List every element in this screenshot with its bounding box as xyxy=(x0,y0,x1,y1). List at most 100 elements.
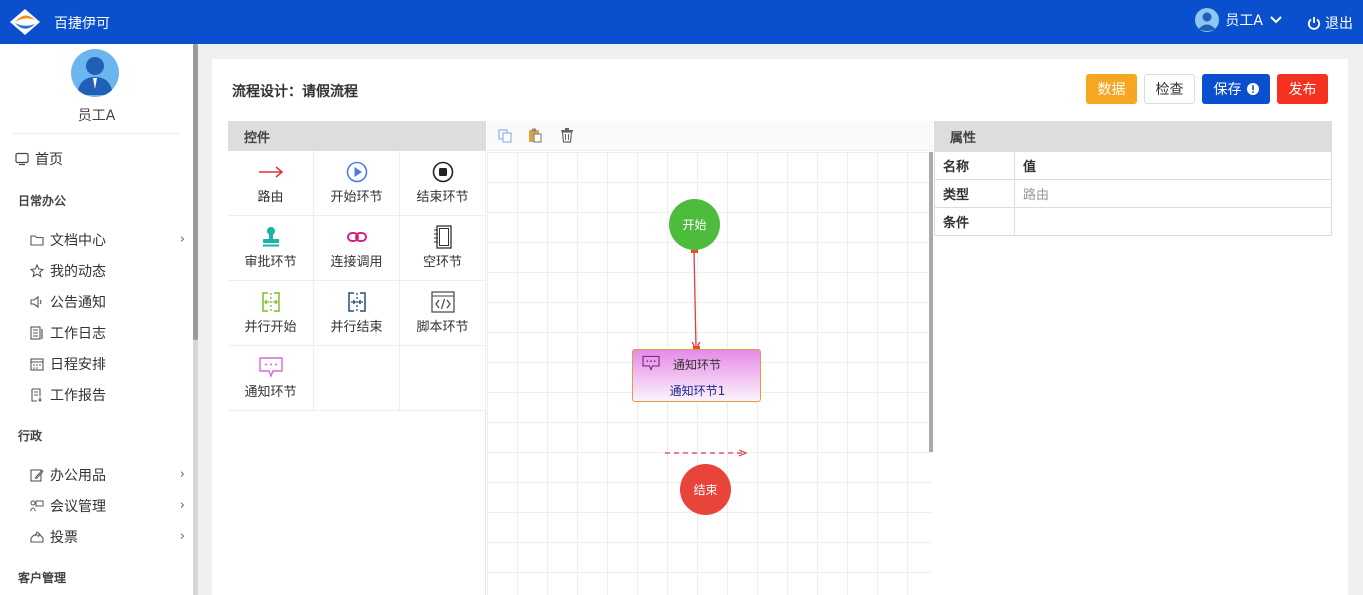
col-value-header: 值 xyxy=(1014,151,1332,180)
ballot-icon xyxy=(29,529,45,545)
sidebar-item-meeting[interactable]: 会议管理 › xyxy=(29,493,193,519)
control-script[interactable]: 脚本环节 xyxy=(400,281,486,346)
start-node-label: 开始 xyxy=(682,218,707,232)
control-label: 空环节 xyxy=(422,255,462,270)
log-icon xyxy=(29,325,45,341)
control-label: 并行结束 xyxy=(330,320,383,335)
sidebar-item-label: 文档中心 xyxy=(50,233,106,249)
sidebar-group-title: 日常办公 xyxy=(18,194,67,208)
main-panel: 流程设计：请假流程 数据 检查 保存 发布 控件 路由 开始环节 结束环节 审批… xyxy=(212,59,1348,595)
notify-node-type: 通知环节 xyxy=(673,358,722,372)
logout-button[interactable]: 退出 xyxy=(1307,13,1353,33)
play-circle-icon xyxy=(346,161,368,183)
sidebar-item-vote[interactable]: 投票 › xyxy=(29,524,193,550)
alert-icon xyxy=(1246,83,1259,95)
stamp-icon xyxy=(260,226,282,248)
control-label: 并行开始 xyxy=(244,320,297,335)
save-label: 保存 xyxy=(1213,82,1242,98)
table-row: 名称 值 xyxy=(934,151,1332,180)
link-icon xyxy=(346,226,368,248)
meeting-icon xyxy=(29,498,45,514)
user-menu[interactable]: 员工A xyxy=(1195,8,1283,32)
control-end[interactable]: 结束环节 xyxy=(400,151,486,216)
controls-header: 控件 xyxy=(228,121,486,151)
check-button[interactable]: 检查 xyxy=(1144,74,1195,104)
chevron-right-icon: › xyxy=(179,467,185,482)
sidebar-item-schedule[interactable]: 日程安排 xyxy=(29,351,193,377)
publish-button[interactable]: 发布 xyxy=(1277,74,1328,104)
canvas-scrollbar[interactable] xyxy=(929,152,933,452)
control-label: 通知环节 xyxy=(244,385,297,400)
sidebar-group-title: 客户管理 xyxy=(18,571,67,585)
end-node[interactable]: 结束 xyxy=(680,464,731,515)
arrow-right-icon xyxy=(257,161,285,183)
sidebar-user-name: 员工A xyxy=(77,108,116,124)
route-connector[interactable] xyxy=(693,249,697,348)
control-empty[interactable]: 空环节 xyxy=(400,216,486,281)
save-button[interactable]: 保存 xyxy=(1202,74,1270,104)
logo-icon xyxy=(10,9,40,35)
control-route[interactable]: 路由 xyxy=(228,151,314,216)
flow-canvas[interactable]: 开始 通知环节 通知环节1 结束 xyxy=(487,152,931,595)
sidebar-item-documents[interactable]: 文档中心 › xyxy=(29,227,193,253)
parallel-end-icon xyxy=(346,291,368,313)
page-title: 流程设计：请假流程 xyxy=(232,84,358,100)
sidebar-item-work-report[interactable]: 工作报告 xyxy=(29,382,193,408)
start-node[interactable]: 开始 xyxy=(669,199,720,250)
property-key: 条件 xyxy=(934,207,1015,236)
properties-table: 名称 值 类型 路由 条件 xyxy=(934,151,1332,236)
delete-icon[interactable] xyxy=(559,127,575,143)
properties-header: 属性 xyxy=(934,121,1332,151)
col-name-header: 名称 xyxy=(934,151,1015,180)
sidebar-item-label: 首页 xyxy=(35,152,63,168)
control-label: 审批环节 xyxy=(244,255,297,270)
property-value[interactable] xyxy=(1014,207,1332,236)
monitor-icon xyxy=(14,151,30,167)
data-button[interactable]: 数据 xyxy=(1086,74,1137,104)
control-parallel-end[interactable]: 并行结束 xyxy=(314,281,400,346)
control-empty-slot xyxy=(400,346,486,411)
logout-label: 退出 xyxy=(1325,16,1353,32)
app-title: 百捷伊可 xyxy=(54,16,110,32)
sidebar-scrollbar-thumb[interactable] xyxy=(193,44,198,340)
sidebar-item-office-supplies[interactable]: 办公用品 › xyxy=(29,462,193,488)
chevron-down-icon xyxy=(1270,16,1282,24)
user-avatar-icon xyxy=(1195,8,1220,32)
folder-icon xyxy=(29,232,45,248)
table-row: 条件 xyxy=(934,207,1332,236)
notify-node-name: 通知环节1 xyxy=(669,384,726,398)
top-bar: 百捷伊可 员工A 退出 xyxy=(0,0,1363,44)
end-node-label: 结束 xyxy=(693,483,718,497)
code-icon xyxy=(430,291,455,313)
chevron-right-icon: › xyxy=(179,232,185,247)
power-icon xyxy=(1307,17,1321,30)
sidebar-item-label: 工作报告 xyxy=(50,388,106,404)
control-notify[interactable]: 通知环节 xyxy=(228,346,314,411)
control-approval[interactable]: 审批环节 xyxy=(228,216,314,281)
sidebar-item-label: 工作日志 xyxy=(50,326,106,342)
chevron-right-icon: › xyxy=(179,498,185,513)
property-value[interactable]: 路由 xyxy=(1014,179,1332,208)
edit-icon xyxy=(29,467,45,483)
header-user-name: 员工A xyxy=(1225,13,1263,29)
control-start[interactable]: 开始环节 xyxy=(314,151,400,216)
control-link-call[interactable]: 连接调用 xyxy=(314,216,400,281)
sidebar-item-home[interactable]: 首页 xyxy=(14,146,193,172)
user-avatar-icon xyxy=(77,57,113,95)
canvas-toolbar xyxy=(487,121,933,151)
sidebar-item-announcements[interactable]: 公告通知 xyxy=(29,289,193,315)
copy-icon[interactable] xyxy=(497,128,513,144)
sidebar-item-label: 投票 xyxy=(50,530,78,546)
property-key: 类型 xyxy=(934,179,1015,208)
avatar xyxy=(71,49,119,97)
paste-icon[interactable] xyxy=(527,127,543,143)
control-parallel-start[interactable]: 并行开始 xyxy=(228,281,314,346)
control-label: 脚本环节 xyxy=(416,320,469,335)
sidebar-item-label: 会议管理 xyxy=(50,499,106,515)
sidebar-item-work-log[interactable]: 工作日志 xyxy=(29,320,193,346)
message-icon xyxy=(258,356,283,378)
notify-node[interactable]: 通知环节 通知环节1 xyxy=(632,349,761,402)
report-icon xyxy=(29,387,45,403)
sidebar-item-my-activity[interactable]: 我的动态 xyxy=(29,258,193,284)
sidebar-item-label: 公告通知 xyxy=(50,295,106,311)
